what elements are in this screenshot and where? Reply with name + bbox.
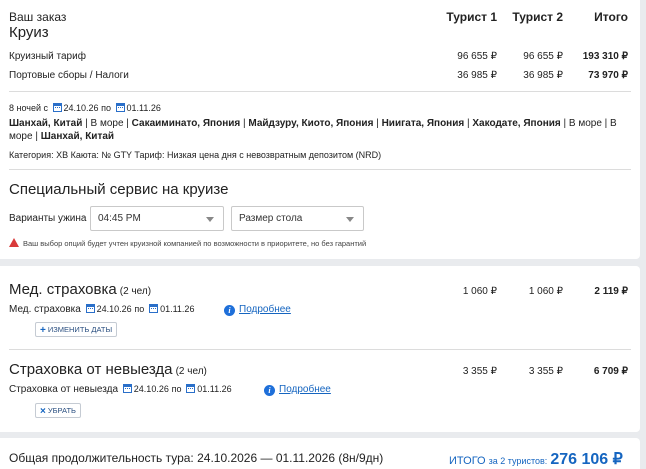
column-total: Итого [594,10,628,24]
info-icon: i [224,305,235,316]
route-sep: море | [9,131,41,142]
dinner-label: Варианты ужина [9,213,87,224]
table-size-select[interactable]: Размер стола [231,206,364,231]
calendar-icon [115,103,125,112]
port: Хакодате, Япония [472,118,561,129]
cancel-sub-label: Страховка от невыезда [9,384,119,395]
port: Майдзуру, Киото, Япония [248,118,374,129]
cruise-dates: 8 ночей с 24.10.26 по 01.11.26 [9,103,161,113]
med-tourist-2: 1 060 ₽ [528,286,563,297]
warning-text: Ваш выбор опций будет учтен круизной ком… [23,239,367,248]
column-tourist-1: Турист 1 [446,10,497,24]
cancel-tourist-2: 3 355 ₽ [528,366,563,377]
tour-duration: Общая продолжительность тура: 24.10.2026… [9,451,384,465]
order-title: Ваш заказ [9,10,67,24]
med-date-from: 24.10.26 [96,304,132,314]
fare-total: 193 310 ₽ [582,51,628,62]
med-more-link-wrap[interactable]: i Подробнее [224,304,291,316]
cancel-total: 6 709 ₽ [593,366,628,377]
route-line-2: море | Шанхай, Китай [9,131,114,142]
port-fees-tourist-1: 36 985 ₽ [457,70,497,81]
route-sep: | [373,118,382,129]
med-tourist-1: 1 060 ₽ [462,286,497,297]
route-sep: | В море | [82,118,132,129]
total-value: 276 106 ₽ [550,451,623,468]
nights-prefix: 8 ночей с [9,103,49,113]
total-for: за 2 туристов: [488,456,548,466]
cancel-insurance-title: Страховка от невыезда (2 чел) [9,361,207,378]
divider [9,349,631,350]
divider [9,169,631,170]
port: Ниигата, Япония [381,118,465,129]
info-icon: i [264,385,275,396]
cancel-to-word: по [171,384,182,394]
cancel-details: Страховка от невыезда 24.10.26 по 01.11.… [9,384,232,395]
med-sub-label: Мед. страховка [9,304,81,315]
med-insurance-title: Мед. страховка (2 чел) [9,281,151,298]
order-summary-card: Ваш заказ Круиз Турист 1 Турист 2 Итого … [0,0,640,259]
column-tourist-2: Турист 2 [512,10,563,24]
change-dates-label: ИЗМЕНИТЬ ДАТЫ [47,325,113,334]
total-label: ИТОГО [449,455,486,467]
med-date-to: 01.11.26 [160,304,195,314]
port-fees-tourist-2: 36 985 ₽ [523,70,563,81]
med-insurance-name: Мед. страховка [9,281,117,298]
service-warning: Ваш выбор опций будет учтен круизной ком… [9,238,366,248]
cancel-more-link-wrap[interactable]: i Подробнее [264,384,331,396]
footer-total-bar: Общая продолжительность тура: 24.10.2026… [0,438,640,469]
date-to: 01.11.26 [126,103,161,113]
cancel-insurance-people: (2 чел) [175,366,207,377]
to-word: по [101,103,111,113]
port: Шанхай, Китай [9,118,83,129]
calendar-icon [122,384,132,393]
warning-icon [9,238,19,247]
cancel-tourist-1: 3 355 ₽ [462,366,497,377]
chevron-down-icon [206,217,214,222]
fare-tourist-1: 96 655 ₽ [457,51,497,62]
change-dates-button[interactable]: + ИЗМЕНИТЬ ДАТЫ [35,322,118,337]
cancel-insurance-name: Страховка от невыезда [9,361,173,378]
port: Сакаиминато, Япония [131,118,241,129]
date-from: 24.10.26 [63,103,99,113]
cabin-category-line: Категория: XB Каюта: № GTY Тариф: Низкая… [9,150,382,160]
port: Шанхай, Китай [40,131,115,142]
dinner-time-select[interactable]: 04:45 PM [90,206,224,231]
calendar-icon [149,304,159,313]
table-size-value: Размер стола [239,213,303,224]
med-insurance-people: (2 чел) [119,286,152,297]
med-details: Мед. страховка 24.10.26 по 01.11.26 [9,304,194,315]
close-icon: × [40,406,46,417]
route-line-1: Шанхай, Китай | В море | Сакаиминато, Яп… [9,118,617,129]
cancel-date-from: 24.10.26 [133,384,169,394]
med-more-link[interactable]: Подробнее [239,304,291,315]
med-total: 2 119 ₽ [594,286,628,297]
plus-icon: + [40,325,46,336]
service-title: Специальный сервис на круизе [9,181,229,198]
order-subtitle: Круиз [9,24,49,41]
calendar-icon [52,103,62,112]
fare-label: Круизный тариф [9,51,86,62]
remove-button[interactable]: × УБРАТЬ [35,403,81,418]
med-to-word: по [134,304,145,314]
cancel-date-to: 01.11.26 [197,384,232,394]
remove-label: УБРАТЬ [47,406,76,415]
cancel-more-link[interactable]: Подробнее [279,384,331,395]
fare-tourist-2: 96 655 ₽ [523,51,563,62]
dinner-time-value: 04:45 PM [98,213,141,224]
route-sep: | В море | В [560,118,617,129]
insurance-card: Мед. страховка (2 чел) 1 060 ₽ 1 060 ₽ 2… [0,266,640,432]
divider [9,91,631,92]
chevron-down-icon [346,217,354,222]
calendar-icon [186,384,196,393]
calendar-icon [85,304,95,313]
port-fees-total: 73 970 ₽ [588,70,628,81]
grand-total: ИТОГО за 2 туристов: 276 106 ₽ [449,449,623,469]
port-fees-label: Портовые сборы / Налоги [9,70,129,81]
